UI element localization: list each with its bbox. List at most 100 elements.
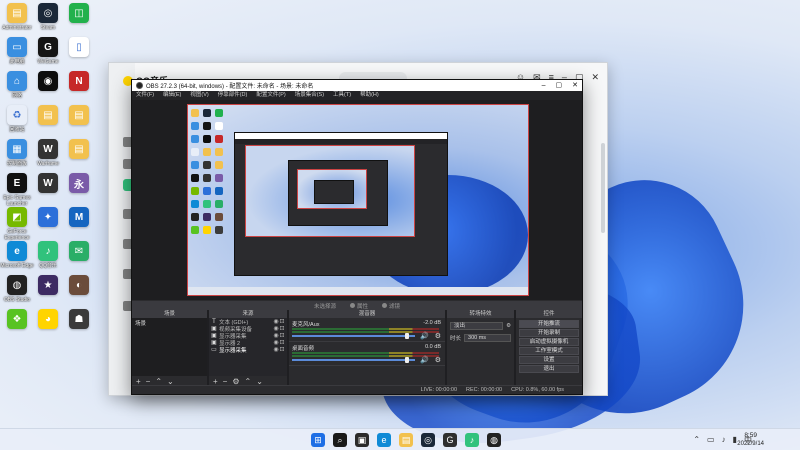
track-db: 0.0 dB (425, 344, 441, 350)
explorer-icon[interactable]: ▤ (399, 433, 413, 447)
desktop-icon[interactable]: G WeGame (31, 37, 65, 65)
desktop-icon[interactable]: ◍ OBS Studio (0, 275, 34, 303)
menu-item[interactable]: 场景集合(S) (295, 91, 324, 100)
menu-item[interactable]: 工具(T) (333, 91, 351, 100)
taskview-icon[interactable]: ▣ (355, 433, 369, 447)
speaker-icon[interactable]: 🔊 (420, 332, 429, 340)
desktop-icon[interactable]: M (62, 207, 96, 229)
menu-item[interactable]: 帮助(H) (360, 91, 379, 100)
transition-select[interactable]: 淡出 (450, 322, 504, 330)
desktop-icon-label: Steam (40, 25, 56, 31)
desktop-icon[interactable]: ☗ (62, 309, 96, 331)
control-button[interactable]: 启动虚拟摄像机 (519, 338, 579, 346)
gear-icon[interactable]: ⚙ (506, 323, 511, 329)
desktop-icon[interactable]: ◩ GeForce Experience (0, 207, 34, 241)
lock-icon[interactable]: ⊡ (279, 346, 285, 353)
close-icon[interactable]: ✕ (572, 80, 578, 91)
desktop-icon[interactable]: ◕ (31, 309, 65, 331)
lock-icon[interactable]: ⊡ (279, 325, 285, 332)
desktop-icon[interactable]: E Epic Games Launcher (0, 173, 34, 207)
steam-icon[interactable]: ◎ (421, 433, 435, 447)
volume-slider-handle[interactable] (405, 333, 409, 339)
desktop-icon[interactable]: ♻ 回收站 (0, 105, 34, 133)
app-icon: ◕ (38, 309, 58, 329)
start-icon[interactable]: ⊞ (311, 433, 325, 447)
volume-slider[interactable] (292, 335, 415, 337)
desktop-icon[interactable]: ✉ (62, 241, 96, 263)
speaker-icon[interactable]: 🔊 (420, 356, 429, 364)
obs-preview[interactable] (132, 100, 582, 300)
scene-item[interactable]: 场景 (132, 318, 207, 328)
menu-item[interactable]: 视图(V) (190, 91, 208, 100)
desktop-icon[interactable]: ▯ (62, 37, 96, 59)
control-button[interactable]: 设置 (519, 356, 579, 364)
speaker-icon[interactable]: ♪ (722, 435, 726, 446)
desktop-icon[interactable]: ▤ (62, 139, 96, 161)
network-icon[interactable]: ▭ (707, 435, 715, 446)
properties-button[interactable]: 属性 (349, 302, 368, 310)
track-db: -2.0 dB (423, 320, 441, 326)
search-icon[interactable]: ⌕ (333, 433, 347, 447)
app-icon: ❖ (7, 309, 27, 329)
qqmusic-icon[interactable]: ♪ (465, 433, 479, 447)
sources-dock: 来源 T 文本 (GDI+) ◉ ⊡ ▣ 视频采集设备 ◉ ⊡ ▣ 显示器采集 ◉ ⊡ ▣ 显示器 2 ◉ ⊡… (209, 310, 287, 386)
desktop-icon[interactable]: 永 (62, 173, 96, 195)
edge-icon[interactable]: e (377, 433, 391, 447)
lock-icon[interactable]: ⊡ (279, 339, 285, 346)
gear-icon[interactable]: ⚙ (435, 332, 441, 340)
desktop-icon[interactable]: ★ (31, 275, 65, 297)
app-icon: ▭ (7, 37, 27, 57)
desktop-icon[interactable]: W (31, 173, 65, 195)
desktop-icon[interactable]: ◉ (31, 71, 65, 93)
app-icon: ▦ (7, 139, 27, 159)
desktop-icon[interactable]: ♪ QQ音乐 (31, 241, 65, 269)
app-icon: ▯ (69, 37, 89, 57)
control-button[interactable]: 退出 (519, 365, 579, 373)
volume-slider[interactable] (292, 359, 415, 361)
menu-item[interactable]: 编辑(E) (163, 91, 181, 100)
desktop-icon[interactable]: ▤ (62, 105, 96, 127)
app-icon: ✦ (38, 207, 58, 227)
sources-list[interactable]: T 文本 (GDI+) ◉ ⊡ ▣ 视频采集设备 ◉ ⊡ ▣ 显示器采集 ◉ ⊡ ▣ 显示器 2 ◉ ⊡ ▭ 显示… (209, 318, 287, 376)
control-button[interactable]: 工作室模式 (519, 347, 579, 355)
obs-icon[interactable]: ◍ (487, 433, 501, 447)
lock-icon[interactable]: ⊡ (279, 332, 285, 339)
clock[interactable]: 8:59 2022/9/14 (737, 431, 764, 449)
volume-slider-handle[interactable] (405, 357, 409, 363)
nested-preview-window (234, 132, 448, 276)
transitions-header: 转场特效 (447, 310, 514, 318)
maximize-icon[interactable]: ▢ (556, 80, 563, 91)
desktop-icon-label: 网络 (11, 93, 22, 99)
preview-canvas[interactable] (187, 104, 529, 296)
gear-icon[interactable]: ⚙ (435, 356, 441, 364)
desktop-icon[interactable]: ▤ (31, 105, 65, 127)
desktop-icon[interactable]: ◫ (62, 3, 96, 25)
desktop-icon-label: OBS Studio (3, 297, 31, 303)
menu-item[interactable]: 文件(F) (136, 91, 154, 100)
control-button[interactable]: 开始录制 (519, 329, 579, 337)
qq-scrollbar[interactable] (601, 143, 605, 233)
desktop-icon[interactable]: ◎ Steam (31, 3, 65, 31)
filters-button[interactable]: 滤镜 (382, 302, 400, 310)
no-source-label: 未选择源 (313, 303, 336, 310)
duration-input[interactable]: 300 ms (464, 334, 511, 342)
desktop-icon[interactable]: ⌂ 网络 (0, 71, 34, 99)
qq-close-icon[interactable]: ✕ (591, 72, 599, 83)
desktop-icon[interactable]: ✦ (31, 207, 65, 229)
chevron-up-icon[interactable]: ⌃ (693, 435, 700, 446)
menu-item[interactable]: 停靠部件(D) (218, 91, 248, 100)
scenes-list[interactable]: 场景 (132, 318, 207, 376)
control-button[interactable]: 开始推流 (519, 320, 579, 328)
wegame-icon[interactable]: G (443, 433, 457, 447)
minimize-icon[interactable]: – (542, 80, 546, 91)
menu-item[interactable]: 配置文件(P) (256, 91, 285, 100)
desktop-icon[interactable]: ◐ (62, 275, 96, 297)
controls-dock: 控件 开始推流 开始录制 启动虚拟摄像机 工作室模式 设置 退出 (516, 310, 582, 386)
obs-titlebar[interactable]: OBS 27.2.3 (64-bit, windows) - 配置文件: 未命名… (132, 80, 582, 91)
desktop-icon[interactable]: N (62, 71, 96, 93)
desktop-icon[interactable]: ❖ (0, 309, 34, 331)
desktop-icon[interactable]: W Warframe (31, 139, 65, 167)
lock-icon[interactable]: ⊡ (279, 318, 285, 325)
obs-window[interactable]: OBS 27.2.3 (64-bit, windows) - 配置文件: 未命名… (131, 79, 583, 395)
source-item[interactable]: ▭ 显示器采集 ◉ ⊡ (209, 346, 287, 354)
